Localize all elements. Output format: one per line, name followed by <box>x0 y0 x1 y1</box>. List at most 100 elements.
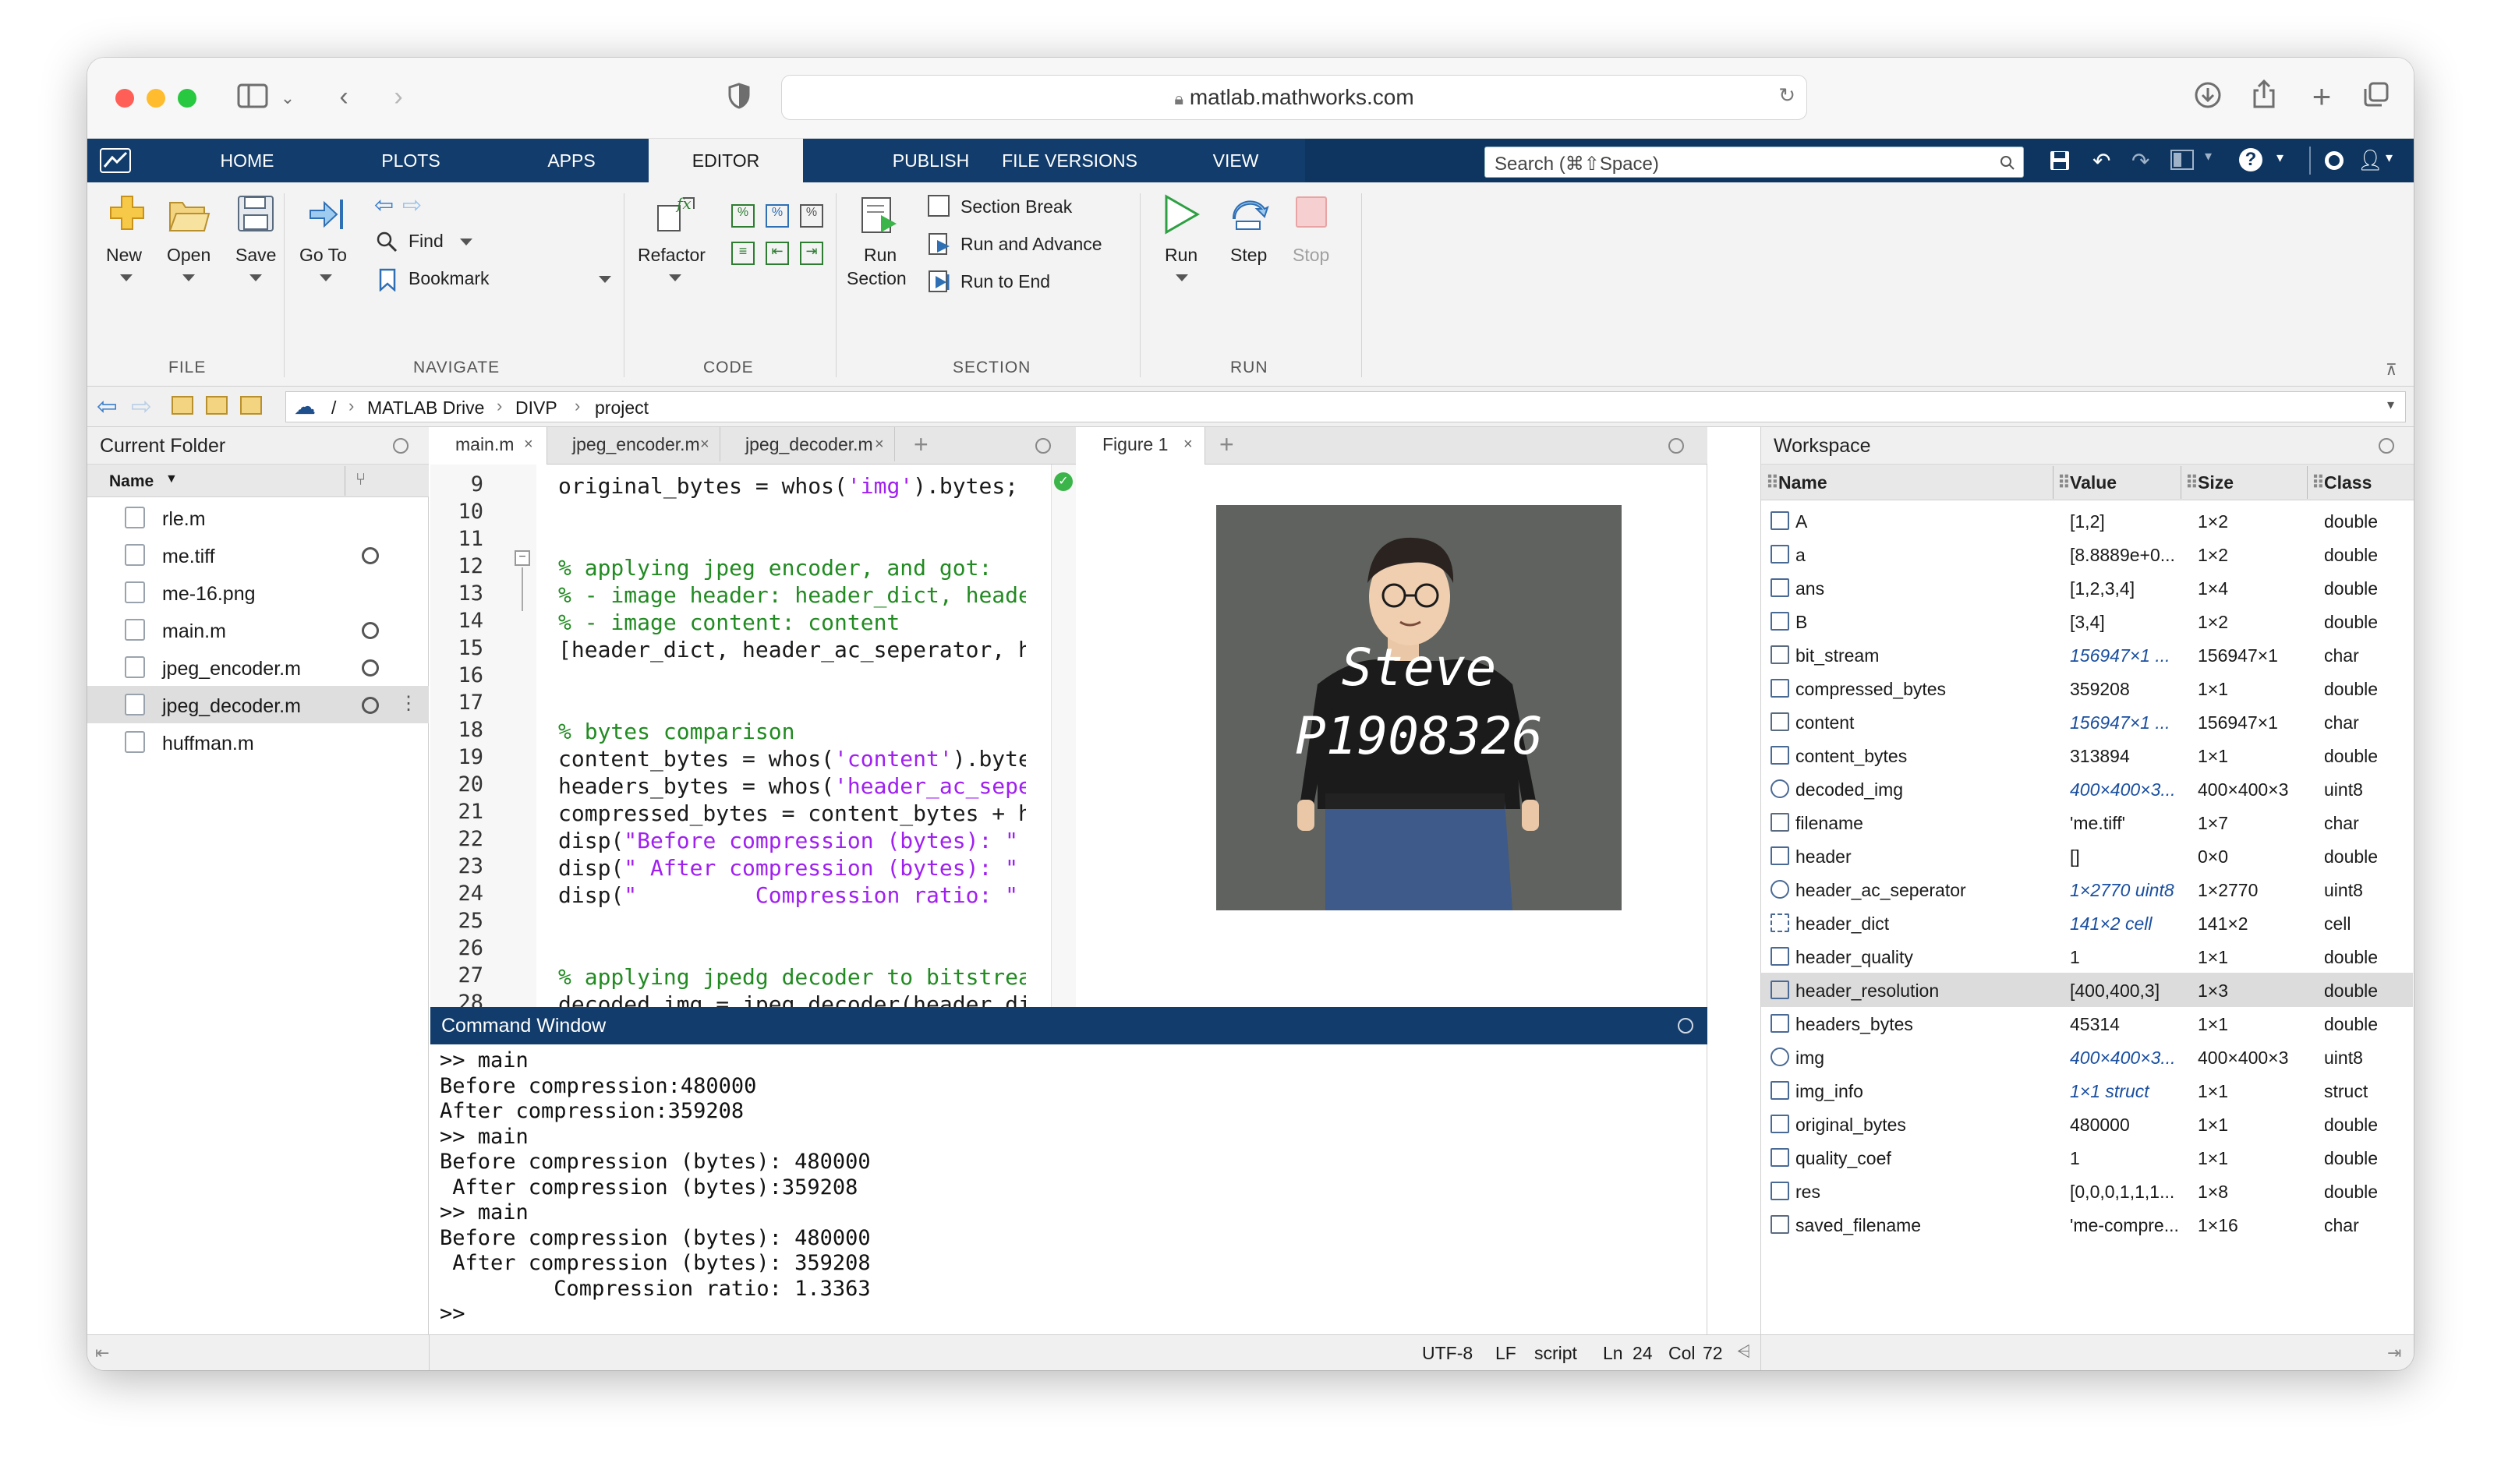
workspace-row[interactable]: res [0,0,0,1,1,1... 1×8 double <box>1761 1174 2413 1208</box>
panel-actions-icon[interactable] <box>1668 438 1684 454</box>
editor-tab-main[interactable]: main.m × <box>430 427 547 465</box>
tab-file-versions[interactable]: FILE VERSIONS <box>981 139 1159 182</box>
find-button[interactable]: Find <box>365 228 505 256</box>
redo-icon[interactable]: ↷ <box>2131 148 2149 174</box>
col-class[interactable]: Class <box>2324 472 2372 493</box>
help-icon[interactable]: ? <box>2239 148 2262 171</box>
workspace-row[interactable]: B [3,4] 1×2 double <box>1761 604 2413 638</box>
workspace-row[interactable]: ans [1,2,3,4] 1×4 double <box>1761 571 2413 605</box>
file-row[interactable]: jpeg_encoder.m <box>87 648 429 686</box>
goto-button[interactable]: Go To <box>292 190 362 299</box>
file-row[interactable]: huffman.m <box>87 723 429 761</box>
nav-back-forward-buttons[interactable]: ⇦ ⇨ <box>365 192 430 218</box>
zoom-window-button[interactable] <box>178 89 196 108</box>
step-button[interactable]: Step <box>1218 190 1280 284</box>
workspace-row[interactable]: compressed_bytes 359208 1×1 double <box>1761 671 2413 705</box>
code-area[interactable]: 9101112131415161718192021222324252627282… <box>430 465 1076 1046</box>
search-input[interactable]: Search (⌘⇧Space) <box>1484 147 2024 178</box>
outdent-icon[interactable]: ⇥ <box>800 242 823 265</box>
forward-icon[interactable]: › <box>385 81 412 112</box>
tab-plots[interactable]: PLOTS <box>360 139 462 182</box>
panel-actions-icon[interactable] <box>1678 1018 1693 1034</box>
workspace-row[interactable]: img_info 1×1 struct 1×1 struct <box>1761 1073 2413 1108</box>
tab-publish[interactable]: PUBLISH <box>881 139 981 182</box>
filter-icon[interactable]: ⩤ <box>1737 1341 1751 1362</box>
scroll-right-icon[interactable]: ⇥ <box>2387 1343 2401 1363</box>
back-icon[interactable]: ‹ <box>331 81 357 112</box>
more-options-icon[interactable]: ⋮ <box>399 692 418 715</box>
run-button[interactable]: Run <box>1149 190 1212 307</box>
back-arrow-icon[interactable]: ⇦ <box>374 192 394 219</box>
file-row[interactable]: me-16.png <box>87 574 429 611</box>
add-tab-icon[interactable]: + <box>914 430 929 459</box>
workspace-row[interactable]: A [1,2] 1×2 double <box>1761 504 2413 538</box>
workspace-row[interactable]: saved_filename 'me-compre... 1×16 char <box>1761 1207 2413 1242</box>
tab-view[interactable]: VIEW <box>1193 139 1279 182</box>
tab-editor[interactable]: EDITOR <box>649 139 803 182</box>
close-tab-icon[interactable]: × <box>700 427 709 461</box>
stop-button[interactable]: Stop <box>1280 190 1342 284</box>
smart-indent-icon[interactable]: ≡ <box>731 242 755 265</box>
share-icon[interactable] <box>2248 79 2280 116</box>
workspace-row[interactable]: header_resolution [400,400,3] 1×3 double <box>1761 973 2413 1007</box>
privacy-shield-icon[interactable] <box>725 83 753 116</box>
workspace-row[interactable]: header [] 0×0 double <box>1761 839 2413 873</box>
code-analyzer-ok-icon[interactable]: ✓ <box>1054 472 1073 491</box>
panel-actions-icon[interactable] <box>393 438 409 454</box>
tab-home[interactable]: HOME <box>196 139 298 182</box>
layout-icon[interactable] <box>2170 150 2194 170</box>
close-window-button[interactable] <box>115 89 134 108</box>
editor-tab-jpeg-decoder[interactable]: jpeg_decoder.m × <box>720 427 895 461</box>
workspace-row[interactable]: a [8.8889e+0... 1×2 double <box>1761 537 2413 571</box>
forward-arrow-icon[interactable]: ⇨ <box>131 391 152 421</box>
chevron-down-icon[interactable]: ▾ <box>2205 148 2212 164</box>
breadcrumb-root[interactable]: / <box>331 398 336 419</box>
save-button[interactable]: Save <box>223 190 285 299</box>
close-tab-icon[interactable]: × <box>875 427 884 461</box>
file-row[interactable]: jpeg_decoder.m ⋮ <box>87 686 429 723</box>
workspace-row[interactable]: decoded_img 400×400×3... 400×400×3 uint8 <box>1761 772 2413 806</box>
col-name[interactable]: Name <box>1778 472 1827 493</box>
run-and-advance-button[interactable]: Run and Advance <box>928 229 1130 259</box>
panel-actions-icon[interactable] <box>2379 438 2394 454</box>
settings-icon[interactable] <box>2325 151 2344 170</box>
wrap-comments-icon[interactable]: % <box>800 204 823 228</box>
workspace-row[interactable]: header_dict 141×2 cell 141×2 cell <box>1761 906 2413 940</box>
workspace-row[interactable]: quality_coef 1 1×1 double <box>1761 1140 2413 1175</box>
editor-tab-jpeg-encoder[interactable]: jpeg_encoder.m × <box>547 427 720 461</box>
scroll-left-icon[interactable]: ⇤ <box>95 1343 109 1363</box>
account-icon[interactable]: 👤︎ <box>2358 148 2383 172</box>
uncomment-icon[interactable]: % <box>766 204 789 228</box>
file-row[interactable]: main.m <box>87 611 429 648</box>
run-to-end-button[interactable]: Run to End <box>928 267 1130 296</box>
sidebar-icon[interactable] <box>235 83 270 116</box>
section-break-button[interactable]: Section Break <box>928 192 1130 221</box>
close-tab-icon[interactable]: × <box>1183 427 1193 461</box>
new-folder-icon[interactable] <box>240 396 262 415</box>
chevron-down-icon[interactable]: ▾ <box>2386 150 2393 166</box>
run-section-button[interactable]: Run Section <box>840 190 918 323</box>
file-row[interactable]: me.tiff <box>87 536 429 574</box>
panel-actions-icon[interactable] <box>1035 438 1051 454</box>
workspace-row[interactable]: img 400×400×3... 400×400×3 uint8 <box>1761 1040 2413 1074</box>
bookmark-button[interactable]: Bookmark <box>365 265 614 293</box>
workspace-row[interactable]: headers_bytes 45314 1×1 double <box>1761 1006 2413 1041</box>
col-size[interactable]: Size <box>2198 472 2234 493</box>
refactor-button[interactable]: fx Refactor <box>631 190 719 299</box>
close-tab-icon[interactable]: × <box>524 427 533 461</box>
code-fold-icon[interactable]: − <box>515 550 530 566</box>
workspace-row[interactable]: original_bytes 480000 1×1 double <box>1761 1107 2413 1141</box>
figure-tab[interactable]: Figure 1 × <box>1077 427 1205 465</box>
save-quick-icon[interactable] <box>2049 150 2071 171</box>
minimize-window-button[interactable] <box>147 89 165 108</box>
workspace-row[interactable]: filename 'me.tiff' 1×7 char <box>1761 805 2413 839</box>
add-tab-icon[interactable]: + <box>1219 430 1234 459</box>
workspace-row[interactable]: content 156947×1 ... 156947×1 char <box>1761 705 2413 739</box>
download-icon[interactable] <box>2192 81 2223 116</box>
workspace-row[interactable]: bit_stream 156947×1 ... 156947×1 char <box>1761 638 2413 672</box>
up-folder-icon[interactable] <box>172 396 193 415</box>
forward-arrow-icon[interactable]: ⇨ <box>402 192 422 219</box>
browse-folder-icon[interactable] <box>206 396 228 415</box>
new-tab-icon[interactable]: + <box>2306 80 2337 113</box>
chevron-down-icon[interactable]: ▾ <box>2387 397 2394 413</box>
